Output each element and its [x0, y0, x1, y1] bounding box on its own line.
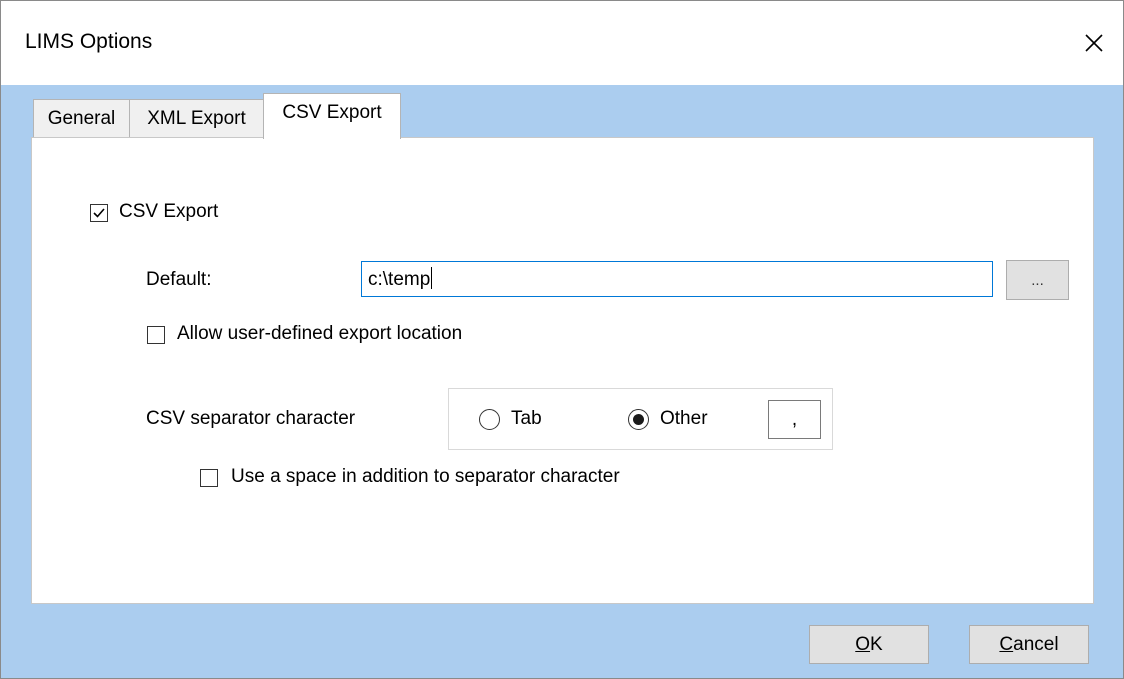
tab-radio[interactable] — [479, 409, 500, 430]
ok-button[interactable]: OK — [809, 625, 929, 664]
other-separator-value: , — [791, 408, 798, 430]
csv-export-checkbox[interactable] — [90, 204, 108, 222]
default-label: Default: — [146, 269, 212, 290]
ok-button-mnemonic: O — [855, 633, 871, 655]
radio-selected-dot — [633, 414, 644, 425]
browse-button-label: ... — [1031, 271, 1044, 289]
other-radio-label[interactable]: Other — [660, 408, 708, 430]
tab-radio-label[interactable]: Tab — [511, 408, 542, 430]
tab-xml-export-label: XML Export — [147, 107, 246, 129]
tab-csv-export[interactable]: CSV Export — [263, 93, 401, 139]
allow-user-location-checkbox[interactable] — [147, 326, 165, 344]
close-button[interactable] — [1065, 1, 1123, 85]
close-icon — [1084, 33, 1104, 53]
default-path-value: c:\temp — [368, 269, 431, 290]
tab-xml-export[interactable]: XML Export — [129, 99, 264, 137]
other-radio[interactable] — [628, 409, 649, 430]
cancel-button-label: ancel — [1013, 633, 1059, 655]
use-space-label[interactable]: Use a space in addition to separator cha… — [231, 466, 620, 488]
allow-user-location-label[interactable]: Allow user-defined export location — [177, 323, 462, 345]
default-path-input[interactable]: c:\temp — [361, 261, 993, 297]
cancel-button[interactable]: Cancel — [969, 625, 1089, 664]
browse-button[interactable]: ... — [1006, 260, 1069, 300]
csv-export-checkbox-label[interactable]: CSV Export — [119, 201, 218, 223]
tab-csv-export-label: CSV Export — [282, 101, 382, 123]
use-space-checkbox[interactable] — [200, 469, 218, 487]
text-caret — [431, 267, 433, 289]
separator-label: CSV separator character — [146, 408, 356, 429]
window-title: LIMS Options — [25, 30, 153, 53]
lims-options-dialog: LIMS Options General XML Export CSV Expo… — [0, 0, 1124, 679]
cancel-button-mnemonic: C — [999, 633, 1014, 655]
title-bar: LIMS Options — [1, 1, 1123, 85]
other-separator-input[interactable]: , — [768, 400, 821, 439]
tab-general[interactable]: General — [33, 99, 130, 137]
ok-button-label: K — [870, 633, 883, 655]
tab-general-label: General — [47, 107, 116, 129]
